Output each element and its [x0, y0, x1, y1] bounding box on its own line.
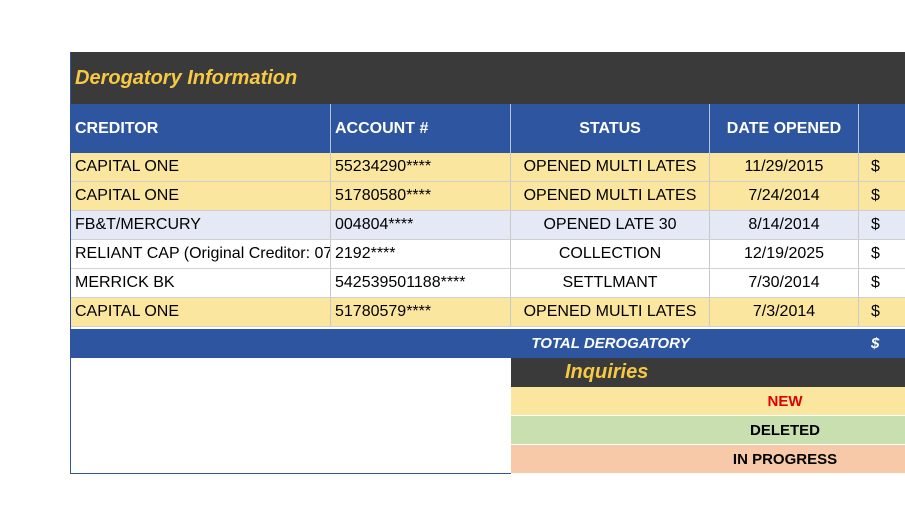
- creditor-cell[interactable]: CAPITAL ONE: [71, 298, 331, 326]
- section-title-bar: Derogatory Information: [71, 52, 905, 104]
- creditor-cell[interactable]: FB&T/MERCURY: [71, 211, 331, 239]
- total-amount[interactable]: $: [859, 329, 905, 358]
- account-cell[interactable]: 2192****: [331, 240, 511, 268]
- column-header-creditor[interactable]: CREDITOR: [71, 104, 331, 153]
- account-cell[interactable]: 004804****: [331, 211, 511, 239]
- table-row[interactable]: CAPITAL ONE 51780580**** OPENED MULTI LA…: [71, 182, 905, 211]
- status-cell[interactable]: COLLECTION: [511, 240, 710, 268]
- table-row[interactable]: RELIANT CAP (Original Creditor: 07 2192*…: [71, 240, 905, 269]
- column-header-date-opened[interactable]: DATE OPENED: [710, 104, 859, 153]
- date-opened-cell[interactable]: 7/24/2014: [710, 182, 859, 210]
- creditor-cell[interactable]: RELIANT CAP (Original Creditor: 07: [71, 240, 331, 268]
- creditor-cell[interactable]: CAPITAL ONE: [71, 182, 331, 210]
- status-cell[interactable]: OPENED LATE 30: [511, 211, 710, 239]
- account-cell[interactable]: 51780579****: [331, 298, 511, 326]
- account-cell[interactable]: 51780580****: [331, 182, 511, 210]
- column-header-account[interactable]: ACCOUNT #: [331, 104, 511, 153]
- table-row[interactable]: MERRICK BK 542539501188**** SETTLMANT 7/…: [71, 269, 905, 298]
- table-row[interactable]: FB&T/MERCURY 004804**** OPENED LATE 30 8…: [71, 211, 905, 240]
- date-opened-cell[interactable]: 7/30/2014: [710, 269, 859, 297]
- legend-label-deleted: DELETED: [749, 421, 820, 439]
- table-row[interactable]: CAPITAL ONE 55234290**** OPENED MULTI LA…: [71, 153, 905, 182]
- derogatory-sheet: Derogatory Information CREDITOR ACCOUNT …: [70, 52, 905, 474]
- total-label: TOTAL DEROGATORY: [531, 335, 690, 352]
- amount-cell[interactable]: $: [859, 240, 905, 268]
- status-cell[interactable]: OPENED MULTI LATES: [511, 153, 710, 181]
- amount-cell[interactable]: $: [859, 298, 905, 326]
- status-cell[interactable]: OPENED MULTI LATES: [511, 182, 710, 210]
- date-opened-cell[interactable]: 12/19/2025: [710, 240, 859, 268]
- status-cell[interactable]: OPENED MULTI LATES: [511, 298, 710, 326]
- inquiry-legend-in-progress: IN PROGRESS: [511, 445, 905, 474]
- legend-label-in-progress: IN PROGRESS: [732, 450, 838, 468]
- legend-label-new: NEW: [767, 392, 803, 410]
- creditor-cell[interactable]: MERRICK BK: [71, 269, 331, 297]
- creditor-cell[interactable]: CAPITAL ONE: [71, 153, 331, 181]
- status-cell[interactable]: SETTLMANT: [511, 269, 710, 297]
- inquiry-legend-deleted: DELETED: [511, 416, 905, 445]
- date-opened-cell[interactable]: 8/14/2014: [710, 211, 859, 239]
- account-cell[interactable]: 55234290****: [331, 153, 511, 181]
- amount-cell[interactable]: $: [859, 211, 905, 239]
- inquiries-title-bar: Inquiries: [511, 358, 905, 387]
- account-cell[interactable]: 542539501188****: [331, 269, 511, 297]
- table-header-row: CREDITOR ACCOUNT # STATUS DATE OPENED: [71, 104, 905, 153]
- total-row: TOTAL DEROGATORY $: [71, 329, 905, 358]
- section-title: Derogatory Information: [75, 66, 298, 89]
- date-opened-cell[interactable]: 11/29/2015: [710, 153, 859, 181]
- column-header-amount[interactable]: [859, 104, 905, 153]
- date-opened-cell[interactable]: 7/3/2014: [710, 298, 859, 326]
- table-row[interactable]: CAPITAL ONE 51780579**** OPENED MULTI LA…: [71, 298, 905, 327]
- amount-cell[interactable]: $: [859, 182, 905, 210]
- inquiry-legend-new: NEW: [511, 387, 905, 416]
- amount-cell[interactable]: $: [859, 153, 905, 181]
- column-header-status[interactable]: STATUS: [511, 104, 710, 153]
- amount-cell[interactable]: $: [859, 269, 905, 297]
- inquiries-title: Inquiries: [565, 361, 649, 383]
